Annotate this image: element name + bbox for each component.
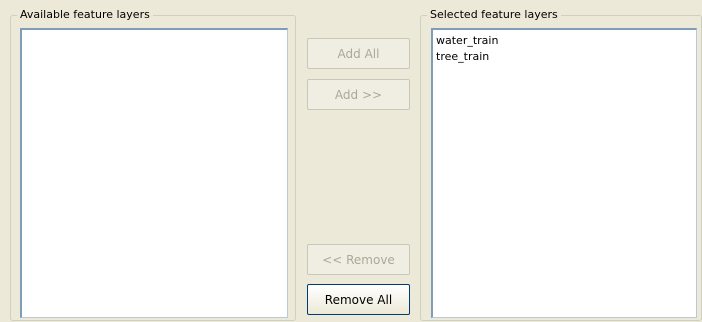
available-layers-listbox[interactable]	[20, 28, 288, 318]
list-item[interactable]: tree_train	[433, 49, 696, 65]
add-all-button[interactable]: Add All	[307, 38, 410, 69]
remove-all-button[interactable]: Remove All	[307, 284, 410, 315]
selected-layers-listbox[interactable]: water_train tree_train	[431, 28, 697, 318]
list-item[interactable]: water_train	[433, 33, 696, 49]
available-layers-title: Available feature layers	[17, 8, 153, 22]
remove-button[interactable]: << Remove	[307, 244, 410, 275]
selected-layers-title: Selected feature layers	[427, 8, 561, 22]
add-button[interactable]: Add >>	[307, 79, 410, 110]
